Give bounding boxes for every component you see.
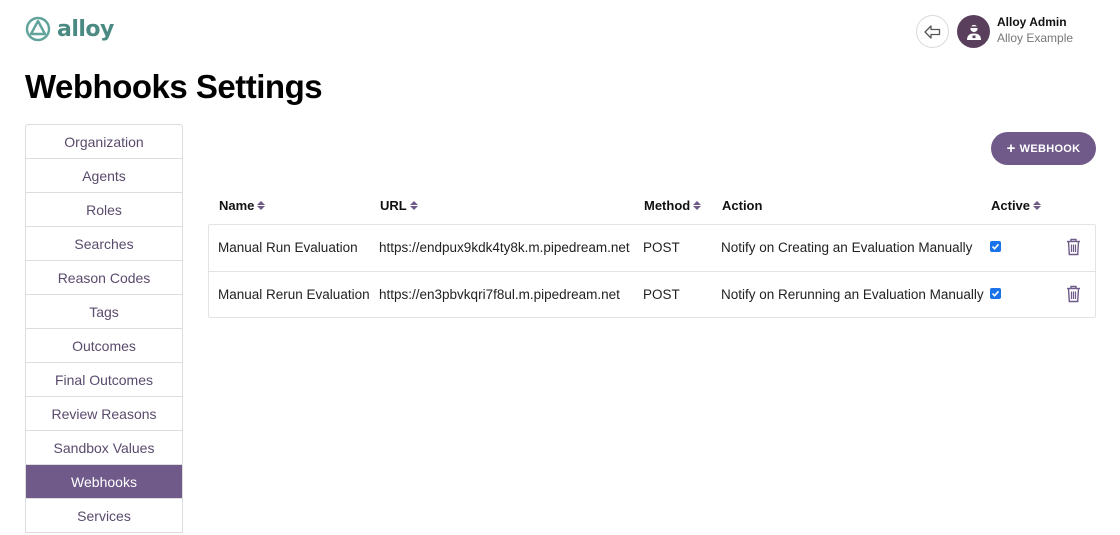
alloy-logo[interactable]: alloy xyxy=(25,16,114,42)
sidebar-item-review-reasons[interactable]: Review Reasons xyxy=(26,396,182,430)
table-row[interactable]: Manual Rerun Evaluation https://en3pbvkq… xyxy=(209,271,1095,317)
column-header-method[interactable]: Method xyxy=(644,198,702,213)
column-header-active-label: Active xyxy=(991,198,1031,213)
checkmark-icon xyxy=(991,290,1000,297)
sort-icon[interactable] xyxy=(693,201,702,210)
active-checkbox[interactable] xyxy=(990,288,1001,299)
back-arrow-icon xyxy=(924,24,941,39)
sidebar-item-roles[interactable]: Roles xyxy=(26,192,182,226)
add-webhook-label: WEBHOOK xyxy=(1019,142,1081,155)
cell-method: POST xyxy=(643,287,680,302)
column-header-name[interactable]: Name xyxy=(219,198,266,213)
column-header-active[interactable]: Active xyxy=(991,198,1042,213)
user-org: Alloy Example xyxy=(997,31,1074,45)
user-info[interactable]: Alloy Admin Alloy Example xyxy=(997,15,1073,46)
plus-icon: + xyxy=(1006,140,1016,157)
sidebar-item-outcomes[interactable]: Outcomes xyxy=(26,328,182,362)
column-header-action: Action xyxy=(722,198,762,213)
sort-icon[interactable] xyxy=(409,201,418,210)
cell-name: Manual Run Evaluation xyxy=(218,240,358,255)
sort-icon[interactable] xyxy=(1033,201,1042,210)
back-button[interactable] xyxy=(916,15,949,48)
trash-icon xyxy=(1067,238,1080,256)
user-avatar[interactable] xyxy=(957,15,990,48)
active-checkbox[interactable] xyxy=(990,241,1001,252)
cell-action: Notify on Rerunning an Evaluation Manual… xyxy=(721,287,984,302)
column-header-url-label: URL xyxy=(380,198,407,213)
cell-action: Notify on Creating an Evaluation Manuall… xyxy=(721,240,973,255)
cell-method: POST xyxy=(643,240,680,255)
delete-webhook-button[interactable] xyxy=(1066,238,1081,259)
sidebar-item-tags[interactable]: Tags xyxy=(26,294,182,328)
column-header-action-label: Action xyxy=(722,198,763,213)
delete-webhook-button[interactable] xyxy=(1066,285,1081,306)
sidebar-item-webhooks[interactable]: Webhooks xyxy=(26,464,182,498)
cell-name: Manual Rerun Evaluation xyxy=(218,287,370,302)
webhooks-table: Name URL Method Action Active Manual Run… xyxy=(208,189,1096,318)
column-header-url[interactable]: URL xyxy=(380,198,418,213)
table-body: Manual Run Evaluation https://endpux9kdk… xyxy=(208,224,1096,318)
sidebar-item-organization[interactable]: Organization xyxy=(26,125,182,158)
checkmark-icon xyxy=(991,243,1000,250)
alloy-logo-icon xyxy=(25,16,51,42)
add-webhook-button[interactable]: + WEBHOOK xyxy=(991,132,1096,165)
page-title: Webhooks Settings xyxy=(25,68,323,105)
table-header: Name URL Method Action Active xyxy=(208,189,1096,224)
sidebar-item-final-outcomes[interactable]: Final Outcomes xyxy=(26,362,182,396)
logo-text: alloy xyxy=(57,16,114,42)
sidebar-item-agents[interactable]: Agents xyxy=(26,158,182,192)
sidebar-item-reason-codes[interactable]: Reason Codes xyxy=(26,260,182,294)
sidebar-item-sandbox-values[interactable]: Sandbox Values xyxy=(26,430,182,464)
sidebar-item-services[interactable]: Services xyxy=(26,498,182,532)
column-header-name-label: Name xyxy=(219,198,255,213)
column-header-method-label: Method xyxy=(644,198,691,213)
webhooks-settings-page: alloy Alloy Admin Alloy Example Webhooks… xyxy=(0,0,1120,535)
sidebar-item-searches[interactable]: Searches xyxy=(26,226,182,260)
trash-icon xyxy=(1067,285,1080,303)
user-name: Alloy Admin xyxy=(997,15,1067,29)
cell-url: https://en3pbvkqri7f8ul.m.pipedream.net xyxy=(379,287,620,302)
table-row[interactable]: Manual Run Evaluation https://endpux9kdk… xyxy=(209,225,1095,271)
user-avatar-icon xyxy=(966,24,981,40)
cell-url: https://endpux9kdk4ty8k.m.pipedream.net xyxy=(379,240,630,255)
settings-sidebar: Organization Agents Roles Searches Reaso… xyxy=(25,124,183,533)
sort-icon[interactable] xyxy=(257,201,266,210)
